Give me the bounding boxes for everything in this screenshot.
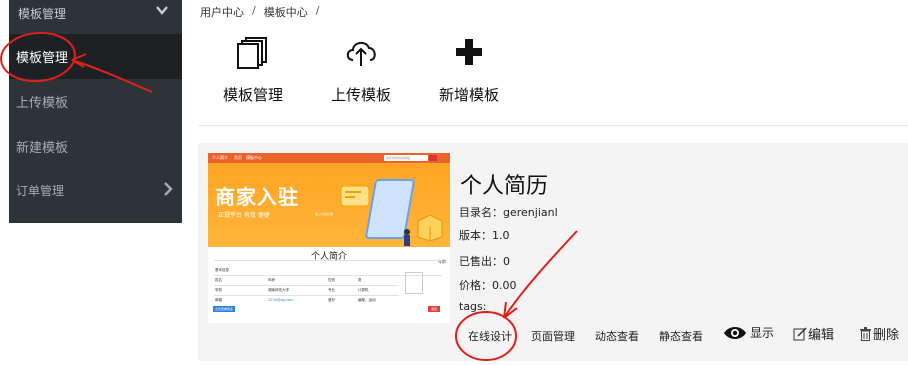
template-sold: 已售出：0 [459,255,510,268]
sidebar-item-new-template[interactable]: 新建模板 [9,124,182,169]
breadcrumb: 用户中心 / 模板中心 / [200,4,319,20]
dynamic-view-button[interactable]: 动态查看 [595,328,639,344]
page-manage-button[interactable]: 页面管理 [531,328,575,344]
thumbnail-rule [214,285,399,286]
sidebar-item-label: 模板管理 [16,51,69,66]
add-template-label: 新增模板 [438,86,499,104]
sidebar-item-label: 新建模板 [16,141,69,156]
thumbnail-cell: 邮箱 [215,298,222,302]
person-illustration [404,229,410,246]
thumbnail-cell: 基本信息 [215,268,229,272]
breadcrumb-template-center[interactable]: 模板中心 [264,4,308,20]
sidebar-group-label: 模板管理 [18,7,67,21]
edit-icon [793,326,807,340]
template-thumbnail[interactable]: 个人简介 首页 模板中心 搜索你想找的模板 商家入驻 正规平台 有效 便捷 第二… [208,153,450,323]
thumbnail-cell: 湖南师范大学 [268,288,289,292]
template-price: 价格：0.00 [459,279,517,292]
thumbnail-navbar: 个人简介 首页 模板中心 搜索你想找的模板 [208,153,450,163]
thumbnail-cell: 专业 [328,288,335,292]
thumbnail-blue-button: 点击查看更多 [213,306,235,312]
thumbnail-search: 搜索你想找的模板 [384,155,428,161]
thumbnail-photo [405,272,423,294]
sidebar-item-template-manage[interactable]: 模板管理 [9,34,182,79]
breadcrumb-separator: / [315,4,320,17]
sidebar-item-label: 上传模板 [16,96,69,111]
eye-icon [724,326,746,339]
cloud-upload-icon [346,42,376,66]
delete-button[interactable]: 删除 [859,324,899,343]
sidebar-item-orders[interactable]: 订单管理 [9,169,182,214]
add-template-button[interactable]: 新增模板 [424,36,514,108]
thumbnail-banner: 商家入驻 正规平台 有效 便捷 第二阶段标题 [208,163,450,247]
thumbnail-cell: 1234@qq.com [268,298,294,302]
edit-label: 编辑 [808,328,835,343]
copy-stack-icon [237,37,267,69]
template-name: 个人简历 [460,174,549,199]
box-illustration [417,214,443,241]
thumbnail-search-button [429,155,437,161]
delete-label: 删除 [873,328,900,343]
thumbnail-cell: 姓名 [215,278,222,282]
trash-icon [860,326,871,341]
thumbnail-cell: 爱好 [328,298,335,302]
thumbnail-nav-link: 模板中心 [246,155,262,160]
sidebar-item-label: 订单管理 [16,184,65,198]
sidebar-group-template[interactable]: 模板管理 [9,0,182,34]
static-view-button[interactable]: 静态查看 [659,328,703,344]
upload-template-button[interactable]: 上传模板 [316,36,406,108]
template-version: 版本：1.0 [459,229,510,242]
thumbnail-red-button: 返回 [428,306,440,312]
thumbnail-cell: 年龄 [268,278,275,282]
thumbnail-banner-subtitle: 正规平台 有效 便捷 [218,212,270,219]
breadcrumb-user-center[interactable]: 用户中心 [200,4,244,20]
upload-template-label: 上传模板 [330,86,391,104]
template-manage-label: 模板管理 [222,86,283,104]
chevron-right-icon [164,182,173,196]
edit-button[interactable]: 编辑 [793,324,834,343]
thumbnail-resume: 个人简介 年龄 基本信息 姓名 年龄 性别 男 学校 湖南师范大学 专业 计算机… [208,247,450,323]
thumbnail-cell: 男 [358,278,362,282]
divider [198,125,908,126]
template-card: 个人简介 首页 模板中心 搜索你想找的模板 商家入驻 正规平台 有效 便捷 第二… [198,143,908,361]
template-tags: tags: [459,300,487,313]
show-label: 显示 [750,326,775,340]
sidebar: 模板管理 模板管理 上传模板 新建模板 订单管理 [9,0,182,223]
online-design-button[interactable]: 在线设计 [468,328,512,344]
template-manage-button[interactable]: 模板管理 [208,36,298,108]
thumbnail-nav-link: 首页 [234,155,242,160]
thumbnail-banner-mid: 第二阶段标题 [315,212,334,216]
chevron-down-icon [156,6,168,15]
thumbnail-rule [214,260,442,261]
thumbnail-cell: 学校 [215,288,222,292]
card-illustration [340,185,370,207]
thumbnail-brand: 个人简介 [212,155,228,160]
page: 模板管理 模板管理 上传模板 新建模板 订单管理 用户中心 / 模板中心 / 模… [0,0,908,365]
thumbnail-rule [214,295,399,296]
sidebar-item-upload-template[interactable]: 上传模板 [9,79,182,124]
show-button[interactable]: 显示 [723,324,774,341]
thumbnail-cell: 编程、运动 [358,298,376,302]
plus-icon [456,39,482,65]
thumbnail-banner-title: 商家入驻 [215,185,299,209]
template-dir: 目录名：gerenjianl [459,206,558,219]
breadcrumb-separator: / [252,4,256,17]
thumbnail-cell: 性别 [328,278,335,282]
thumbnail-cell: 计算机 [358,288,369,292]
